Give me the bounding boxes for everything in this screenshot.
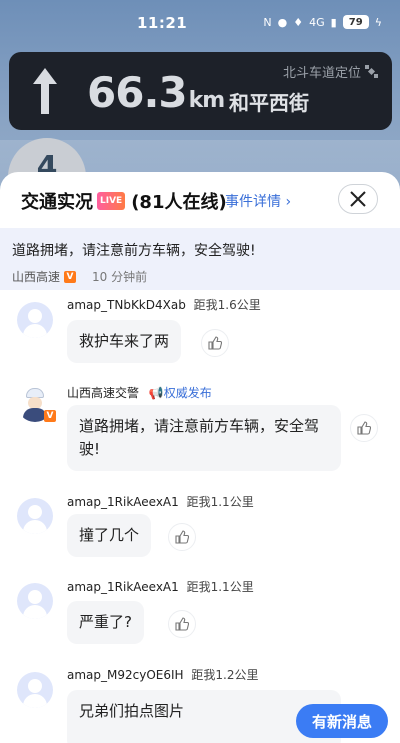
- megaphone-icon: 📢: [148, 386, 164, 400]
- notice-time: 10 分钟前: [92, 270, 148, 284]
- signal-icon: ▮: [330, 15, 337, 29]
- chevron-right-icon: ›: [285, 194, 292, 210]
- traffic-live-panel: 交通实况 LIVE (81人在线) 事件详情 › 道路拥堵，请注意前方车辆，安全…: [0, 172, 400, 743]
- message-header: amap_TNbKkD4Xab 距我1.6公里: [67, 296, 261, 313]
- message-bubble: 救护车来了两: [67, 320, 182, 363]
- chat-list[interactable]: amap_TNbKkD4Xab 距我1.6公里 救护车来了两 V 山西高速交警 …: [0, 290, 400, 743]
- notice-source: 山西高速: [12, 270, 61, 284]
- charging-icon: ϟ: [374, 15, 382, 29]
- status-bar: 11:21 N ● ♦ 4G ▮ 79 ϟ: [0, 0, 400, 46]
- message-header: amap_1RikAeexA1 距我1.1公里: [67, 578, 254, 595]
- battery-icon: 79: [342, 15, 369, 29]
- nav-distance-value: 66.3: [87, 68, 188, 117]
- message-bubble: 严重了?: [67, 601, 144, 644]
- verified-icon: V: [64, 270, 77, 283]
- location-icon: ●: [277, 15, 288, 29]
- verified-icon: V: [44, 410, 56, 422]
- beidou-text: 北斗车道定位: [282, 66, 361, 81]
- thumbs-up-icon: [357, 421, 371, 435]
- distance-label: 距我1.2公里: [191, 668, 259, 682]
- nav-distance-unit: km: [188, 88, 226, 113]
- avatar[interactable]: [17, 583, 53, 619]
- avatar[interactable]: [17, 302, 53, 338]
- official-label: 权威发布: [163, 386, 212, 400]
- avatar[interactable]: [17, 498, 53, 534]
- mic-icon: ♦: [293, 15, 304, 29]
- status-icons: N ● ♦ 4G ▮ 79 ϟ: [263, 15, 382, 29]
- like-button[interactable]: [168, 523, 196, 551]
- like-button[interactable]: [201, 329, 229, 357]
- panel-title: 交通实况 LIVE (81人在线): [21, 188, 227, 214]
- username: amap_1RikAeexA1: [67, 495, 179, 509]
- distance-label: 距我1.1公里: [186, 580, 254, 594]
- avatar[interactable]: [17, 672, 53, 708]
- panel-title-text: 交通实况: [21, 192, 93, 213]
- online-count: (81人在线): [131, 192, 227, 213]
- message-header: 山西高速交警 📢权威发布: [67, 384, 212, 401]
- navigation-card[interactable]: 66.3km 和平西街 北斗车道定位: [9, 52, 392, 130]
- thumbs-up-icon: [175, 617, 189, 631]
- close-icon: [350, 191, 366, 207]
- nfc-icon: N: [263, 15, 272, 29]
- message-header: amap_1RikAeexA1 距我1.1公里: [67, 493, 254, 510]
- beidou-lane-label: 北斗车道定位: [283, 62, 378, 81]
- username: 山西高速交警: [67, 386, 140, 400]
- message-header: amap_M92cyOE6IH 距我1.2公里: [67, 666, 258, 683]
- satellite-icon: [365, 65, 378, 78]
- thumbs-up-icon: [175, 530, 189, 544]
- message-bubble: 道路拥堵，请注意前方车辆，安全驾驶!: [67, 405, 341, 471]
- new-messages-button[interactable]: 有新消息: [296, 704, 388, 738]
- notice-banner: 道路拥堵，请注意前方车辆，安全驾驶! 山西高速 V 10 分钟前: [0, 228, 400, 290]
- nav-street: 和平西街: [229, 91, 309, 115]
- status-time: 11:21: [137, 14, 188, 32]
- close-button[interactable]: [338, 184, 378, 214]
- event-details-link[interactable]: 事件详情 ›: [225, 191, 291, 211]
- username: amap_TNbKkD4Xab: [67, 298, 186, 312]
- network-label: 4G: [309, 15, 325, 29]
- like-button[interactable]: [350, 414, 378, 442]
- notice-meta: 山西高速 V 10 分钟前: [12, 268, 388, 285]
- notice-text: 道路拥堵，请注意前方车辆，安全驾驶!: [12, 243, 256, 259]
- official-badge: 📢权威发布: [149, 386, 212, 400]
- nav-distance: 66.3km: [87, 68, 226, 117]
- event-details-label: 事件详情: [225, 194, 281, 210]
- straight-arrow-icon: [33, 68, 57, 114]
- like-button[interactable]: [168, 610, 196, 638]
- panel-header: 交通实况 LIVE (81人在线) 事件详情 ›: [0, 172, 400, 226]
- live-badge: LIVE: [97, 192, 126, 210]
- username: amap_M92cyOE6IH: [67, 668, 184, 682]
- distance-label: 距我1.6公里: [193, 298, 261, 312]
- username: amap_1RikAeexA1: [67, 580, 179, 594]
- distance-label: 距我1.1公里: [186, 495, 254, 509]
- message-bubble: 撞了几个: [67, 514, 152, 557]
- thumbs-up-icon: [208, 336, 222, 350]
